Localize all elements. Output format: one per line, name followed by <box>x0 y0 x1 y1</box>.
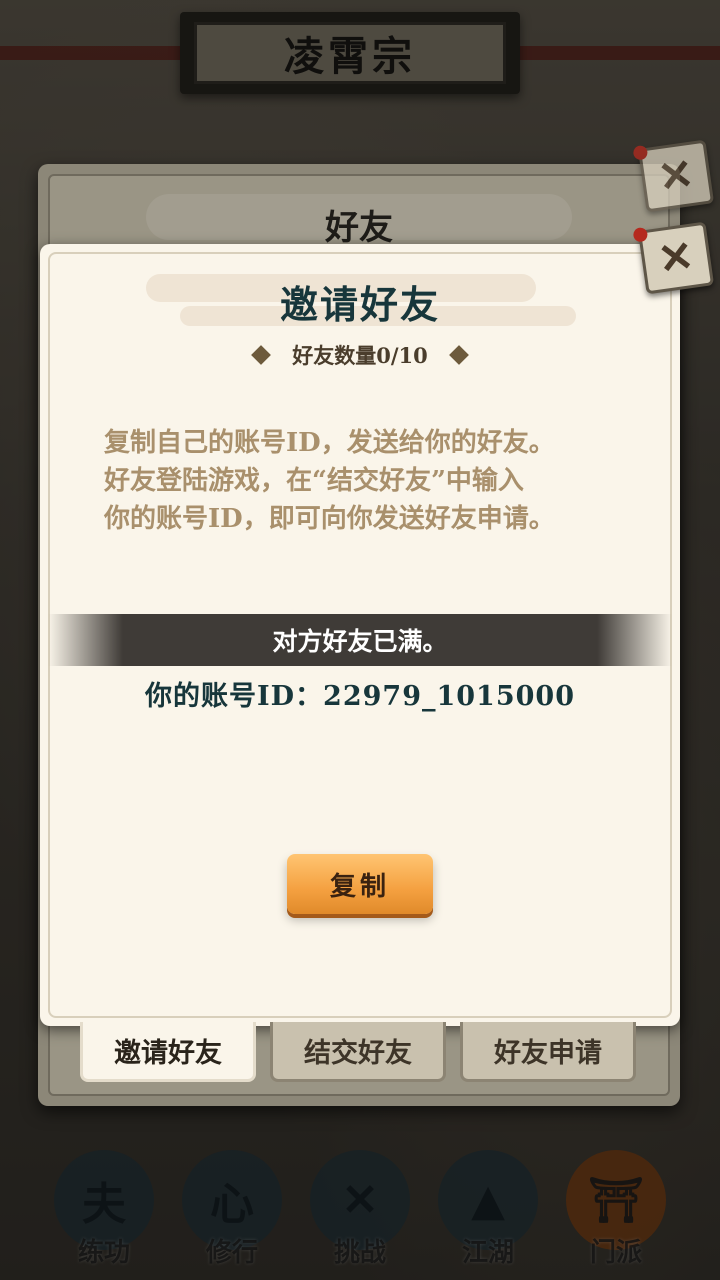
close-icon: ✕ <box>655 230 697 285</box>
close-friends-panel-button[interactable]: ✕ <box>632 139 715 213</box>
invite-dialog: 邀请好友 好友数量0/10 复制自己的账号ID，发送给你的好友。 好友登陆游戏，… <box>40 244 680 1026</box>
tab-make-friends[interactable]: 结交好友 <box>270 1022 446 1082</box>
tab-label: 结交好友 <box>304 1038 412 1069</box>
friends-tabs: 邀请好友 结交好友 好友申请 <box>80 1022 640 1086</box>
instruction-line: 好友登陆游戏，在“结交好友”中输入 <box>104 466 524 496</box>
tab-label: 好友申请 <box>494 1038 602 1069</box>
instruction-line: 复制自己的账号ID，发送给你的好友。 <box>104 428 555 458</box>
diamond-icon <box>448 345 469 365</box>
account-id-text: 你的账号ID：22979_1015000 <box>145 681 575 712</box>
friends-panel-title: 好友 <box>325 208 393 248</box>
friend-count: 好友数量0/10 <box>292 343 428 368</box>
tab-friend-requests[interactable]: 好友申请 <box>460 1022 636 1082</box>
copy-button-label: 复制 <box>329 871 390 902</box>
notice-banner: 对方好友已满。 <box>48 614 672 666</box>
copy-button[interactable]: 复制 <box>287 854 433 914</box>
close-icon: ✕ <box>655 148 697 203</box>
invite-dialog-title: 邀请好友 <box>279 282 440 327</box>
close-invite-dialog-button[interactable]: ✕ <box>632 221 715 295</box>
invite-instructions: 复制自己的账号ID，发送给你的好友。 好友登陆游戏，在“结交好友”中输入 你的账… <box>104 424 624 538</box>
diamond-icon <box>251 345 272 365</box>
notice-text: 对方好友已满。 <box>272 627 448 656</box>
instruction-line: 你的账号ID，即可向你发送好友申请。 <box>104 504 555 534</box>
friend-count-row: 好友数量0/10 <box>40 340 680 370</box>
tab-invite-friends[interactable]: 邀请好友 <box>80 1022 256 1082</box>
tab-label: 邀请好友 <box>114 1038 222 1069</box>
